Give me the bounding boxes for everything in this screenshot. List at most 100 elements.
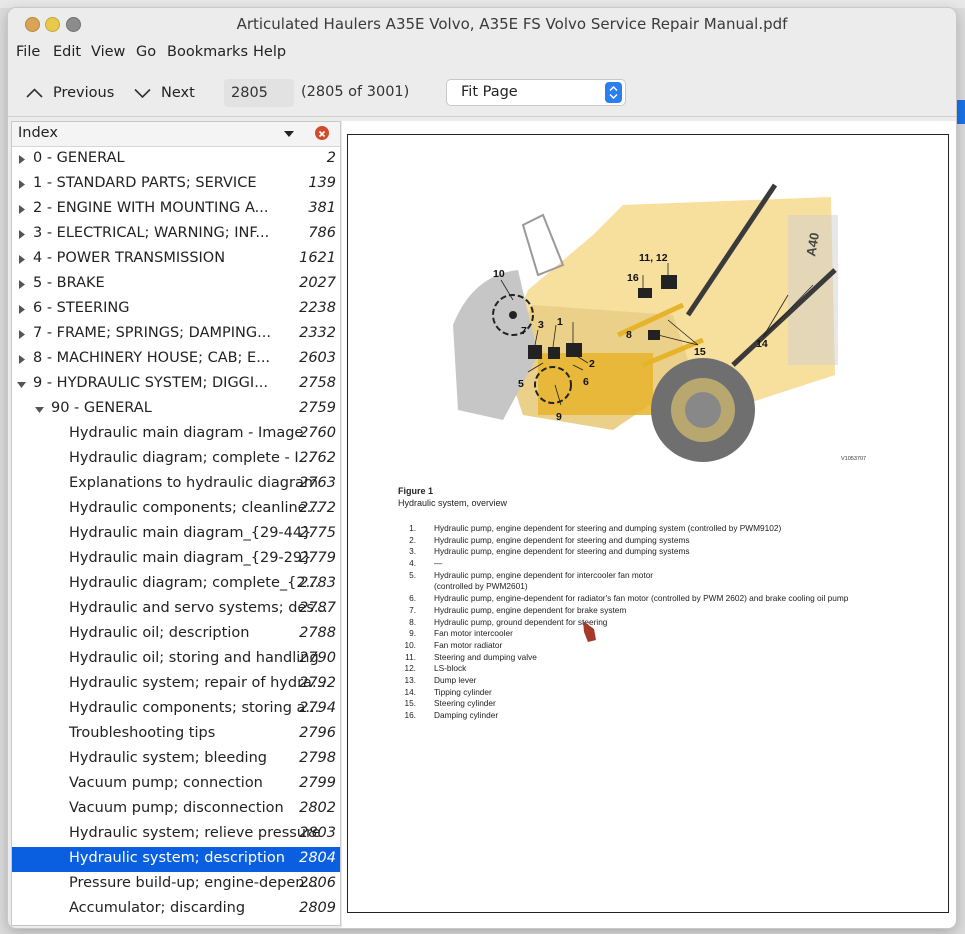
callout-9: 9 [556, 411, 562, 423]
hydraulic-system-figure: A40 10 11, 12 16 7 3 1 2 8 15 14 5 6 9 V… [453, 183, 866, 462]
callout-5: 5 [518, 378, 524, 390]
index-item-page: 381 [308, 200, 336, 216]
index-item[interactable]: Vacuum pump; disconnection 2802 [12, 797, 340, 822]
index-item-label: 1 - STANDARD PARTS; SERVICE [33, 175, 257, 191]
index-item-page: 2027 [299, 275, 336, 291]
index-item[interactable]: 1 - STANDARD PARTS; SERVICE 139 [12, 172, 340, 197]
index-item-page: 2775 [299, 525, 336, 541]
disclosure-collapsed-icon[interactable] [17, 155, 26, 164]
index-item[interactable]: Pressure build-up; engine-depen... 2806 [12, 872, 340, 897]
index-item[interactable]: Hydraulic oil; storing and handling 2790 [12, 647, 340, 672]
index-item[interactable]: 9 - HYDRAULIC SYSTEM; DIGGI... 2758 [12, 372, 340, 397]
disclosure-expanded-icon[interactable] [17, 380, 26, 389]
menu-edit[interactable]: Edit [53, 44, 81, 60]
disclosure-collapsed-icon[interactable] [17, 330, 26, 339]
callout-1: 1 [557, 316, 563, 328]
index-item[interactable]: 4 - POWER TRANSMISSION 1621 [12, 247, 340, 272]
index-item-page: 2603 [299, 350, 336, 366]
index-item[interactable]: Hydraulic system; relieve pressure 2803 [12, 822, 340, 847]
disclosure-collapsed-icon[interactable] [17, 180, 26, 189]
pdf-viewer-window: Articulated Haulers A35E Volvo, A35E FS … [8, 8, 956, 928]
figure-title: Figure 1 [398, 486, 434, 496]
close-window-button[interactable] [25, 17, 40, 32]
callout-15: 15 [694, 346, 706, 358]
index-item[interactable]: Hydraulic main diagram_{29-29} 2779 [12, 547, 340, 572]
index-item[interactable]: 6 - STEERING 2238 [12, 297, 340, 322]
index-item[interactable]: Hydraulic diagram; complete_{2... 2783 [12, 572, 340, 597]
index-item-page: 2762 [299, 450, 336, 466]
index-item[interactable]: Hydraulic main diagram_{29-44} 2775 [12, 522, 340, 547]
index-item[interactable]: Troubleshooting tips 2796 [12, 722, 340, 747]
index-item-page: 786 [308, 225, 336, 241]
index-item[interactable]: Hydraulic system; repair of hydra... 2792 [12, 672, 340, 697]
disclosure-collapsed-icon[interactable] [17, 255, 26, 264]
page-number-input[interactable] [224, 79, 294, 107]
index-item[interactable]: Hydraulic system; bleeding 2798 [12, 747, 340, 772]
legend-number: 7. [409, 604, 416, 615]
menu-bookmarks[interactable]: Bookmarks [167, 44, 248, 60]
callout-10: 10 [493, 268, 505, 280]
legend-description: Fan motor radiator [434, 639, 503, 650]
previous-page-button[interactable]: Previous [26, 80, 114, 106]
zoom-select[interactable]: Fit Page [446, 79, 626, 106]
index-item-page: 2802 [299, 800, 336, 816]
menu-go[interactable]: Go [136, 44, 156, 60]
index-item-label: Vacuum pump; connection [69, 775, 263, 791]
background-window-edge [957, 100, 965, 124]
legend-description: Hydraulic pump, engine dependent for bra… [434, 604, 627, 615]
index-item[interactable]: 2 - ENGINE WITH MOUNTING A... 381 [12, 197, 340, 222]
disclosure-collapsed-icon[interactable] [17, 230, 26, 239]
legend-number: 9. [409, 628, 416, 639]
index-item-label: Hydraulic components; cleanline... [69, 500, 321, 516]
index-item[interactable]: Hydraulic components; storing a... 2794 [12, 697, 340, 722]
disclosure-collapsed-icon[interactable] [17, 280, 26, 289]
index-item[interactable]: Hydraulic system; description 2804 [12, 847, 340, 872]
index-item[interactable]: Hydraulic oil; description 2788 [12, 622, 340, 647]
index-item[interactable]: 5 - BRAKE 2027 [12, 272, 340, 297]
index-item[interactable]: Accumulator; discarding 2809 [12, 897, 340, 922]
close-sidebar-icon[interactable] [315, 126, 329, 140]
legend-description: Hydraulic pump, engine-dependent for rad… [434, 593, 849, 604]
menu-file[interactable]: File [16, 44, 40, 60]
index-item[interactable]: Hydraulic diagram; complete - I... 2762 [12, 447, 340, 472]
document-view[interactable]: A40 10 11, 12 16 7 3 1 2 8 15 14 5 6 9 V… [342, 121, 956, 928]
index-item-page: 2790 [299, 650, 336, 666]
index-item-label: Troubleshooting tips [69, 725, 216, 741]
index-item[interactable]: 0 - GENERAL 2 [12, 147, 340, 172]
legend-description: Dump lever [434, 674, 477, 685]
maximize-window-button[interactable] [66, 17, 81, 32]
index-item[interactable]: 90 - GENERAL 2759 [12, 397, 340, 422]
index-item-label: Vacuum pump; disconnection [69, 800, 284, 816]
legend-description: Steering cylinder [434, 698, 496, 709]
disclosure-collapsed-icon[interactable] [17, 205, 26, 214]
menu-help[interactable]: Help [253, 44, 286, 60]
pdf-page: A40 10 11, 12 16 7 3 1 2 8 15 14 5 6 9 V… [347, 134, 949, 913]
index-item[interactable]: Hydraulic components; cleanline... 2772 [12, 497, 340, 522]
legend-number: 12. [404, 663, 416, 674]
legend-description: Fan motor intercooler [434, 628, 513, 639]
disclosure-expanded-icon[interactable] [35, 405, 44, 414]
legend-description: Hydraulic pump, engine dependent for ste… [434, 523, 782, 533]
index-item[interactable]: 3 - ELECTRICAL; WARNING; INF... 786 [12, 222, 340, 247]
index-item-page: 1621 [299, 250, 336, 266]
dropdown-triangle-icon[interactable] [284, 131, 294, 137]
cursor-icon [583, 621, 596, 642]
index-item[interactable]: Explanations to hydraulic diagram 2763 [12, 472, 340, 497]
next-page-button[interactable]: Next [134, 80, 195, 106]
legend-number: 4. [409, 558, 416, 569]
minimize-window-button[interactable] [45, 17, 60, 32]
disclosure-collapsed-icon[interactable] [17, 355, 26, 364]
index-item[interactable]: Hydraulic main diagram - Image 2760 [12, 422, 340, 447]
callout-14: 14 [756, 338, 768, 350]
disclosure-collapsed-icon[interactable] [17, 305, 26, 314]
index-item-page: 2799 [299, 775, 336, 791]
index-item[interactable]: Vacuum pump; connection 2799 [12, 772, 340, 797]
index-item-label: Hydraulic oil; storing and handling [69, 650, 319, 666]
menu-view[interactable]: View [91, 44, 125, 60]
index-item[interactable]: 8 - MACHINERY HOUSE; CAB; E... 2603 [12, 347, 340, 372]
legend-description: Tipping cylinder [434, 686, 492, 697]
figure-subtitle: Hydraulic system, overview [398, 498, 508, 508]
title-bar: Articulated Haulers A35E Volvo, A35E FS … [8, 8, 956, 40]
index-item[interactable]: 7 - FRAME; SPRINGS; DAMPING... 2332 [12, 322, 340, 347]
index-item[interactable]: Hydraulic and servo systems; des... 2787 [12, 597, 340, 622]
